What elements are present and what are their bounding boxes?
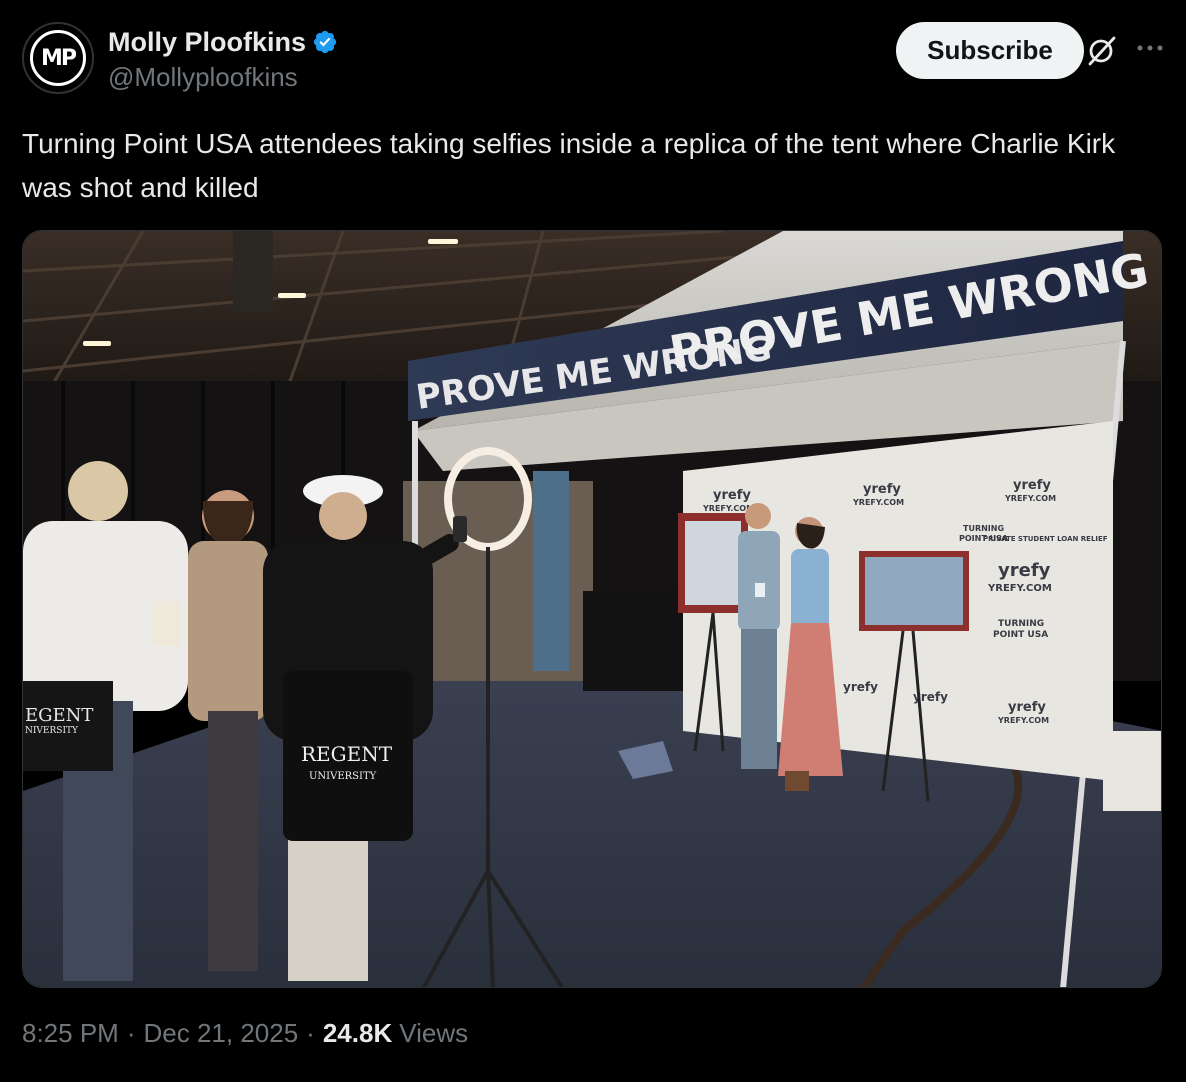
backdrop-url: YREFY.COM [1004, 494, 1056, 503]
tweet-time[interactable]: 8:25 PM [22, 1018, 119, 1049]
booth-monitor [583, 591, 683, 691]
views-count: 24.8K [322, 1018, 393, 1048]
booth-banner [533, 471, 569, 671]
author-block: Molly Ploofkins @Mollyploofkins [108, 24, 338, 93]
more-icon[interactable] [1134, 32, 1166, 64]
display-name[interactable]: Molly Ploofkins [108, 27, 306, 58]
photo-illustration: PROVE ME WRONG PROVE ME WRONG yrefy YREF… [23, 231, 1161, 987]
tweet-text: Turning Point USA attendees taking selfi… [22, 128, 1116, 203]
backdrop-brand: yrefy [863, 482, 901, 497]
tweet-header: MP Molly Ploofkins @Mollyploofkins Subsc… [22, 22, 1166, 96]
backdrop-logo-line2: POINT USA [993, 630, 1048, 640]
bag-text-left: EGENT [25, 705, 93, 726]
handle[interactable]: @Mollyploofkins [108, 62, 338, 93]
grok-icon[interactable] [1084, 34, 1118, 68]
backdrop-brand: yrefy [1013, 478, 1051, 493]
backdrop-brand: yrefy [843, 680, 878, 694]
avatar[interactable]: MP [22, 22, 94, 94]
backdrop-url: YREFY.COM [852, 498, 904, 507]
backdrop-brand: yrefy [1008, 700, 1046, 715]
subscribe-button[interactable]: Subscribe [896, 22, 1084, 79]
backdrop-url: YREFY.COM [987, 583, 1052, 594]
backdrop-brand: yrefy [713, 488, 751, 503]
tweet-date[interactable]: Dec 21, 2025 [144, 1018, 299, 1049]
cardboard-box [1103, 731, 1161, 811]
backdrop-url: YREFY.COM [997, 716, 1049, 725]
speaker-array [233, 231, 273, 311]
backdrop-logo-line1: TURNING [963, 524, 1004, 533]
backdrop-brand: yrefy [998, 560, 1051, 581]
bag-subtext-front: UNIVERSITY [309, 771, 377, 782]
views-label: Views [399, 1018, 469, 1048]
avatar-initials: MP [30, 30, 86, 86]
tweet-meta: 8:25 PM · Dec 21, 2025 · 24.8K Views [22, 1018, 468, 1049]
tweet-photo[interactable]: PROVE ME WRONG PROVE ME WRONG yrefy YREF… [22, 230, 1162, 988]
meta-separator: · [306, 1018, 315, 1048]
bag-subtext-left: NIVERSITY [25, 726, 79, 736]
backdrop-logo-line1: TURNING [998, 619, 1044, 629]
verified-badge-icon [313, 30, 337, 54]
bag-text-front: REGENT [301, 742, 393, 766]
meta-separator: · [126, 1018, 136, 1048]
backdrop-logo-line2: POINT USA [959, 534, 1009, 543]
poster-photo-right [865, 557, 963, 625]
poster-photo-left [685, 521, 741, 605]
display-name-row: Molly Ploofkins [108, 24, 338, 60]
